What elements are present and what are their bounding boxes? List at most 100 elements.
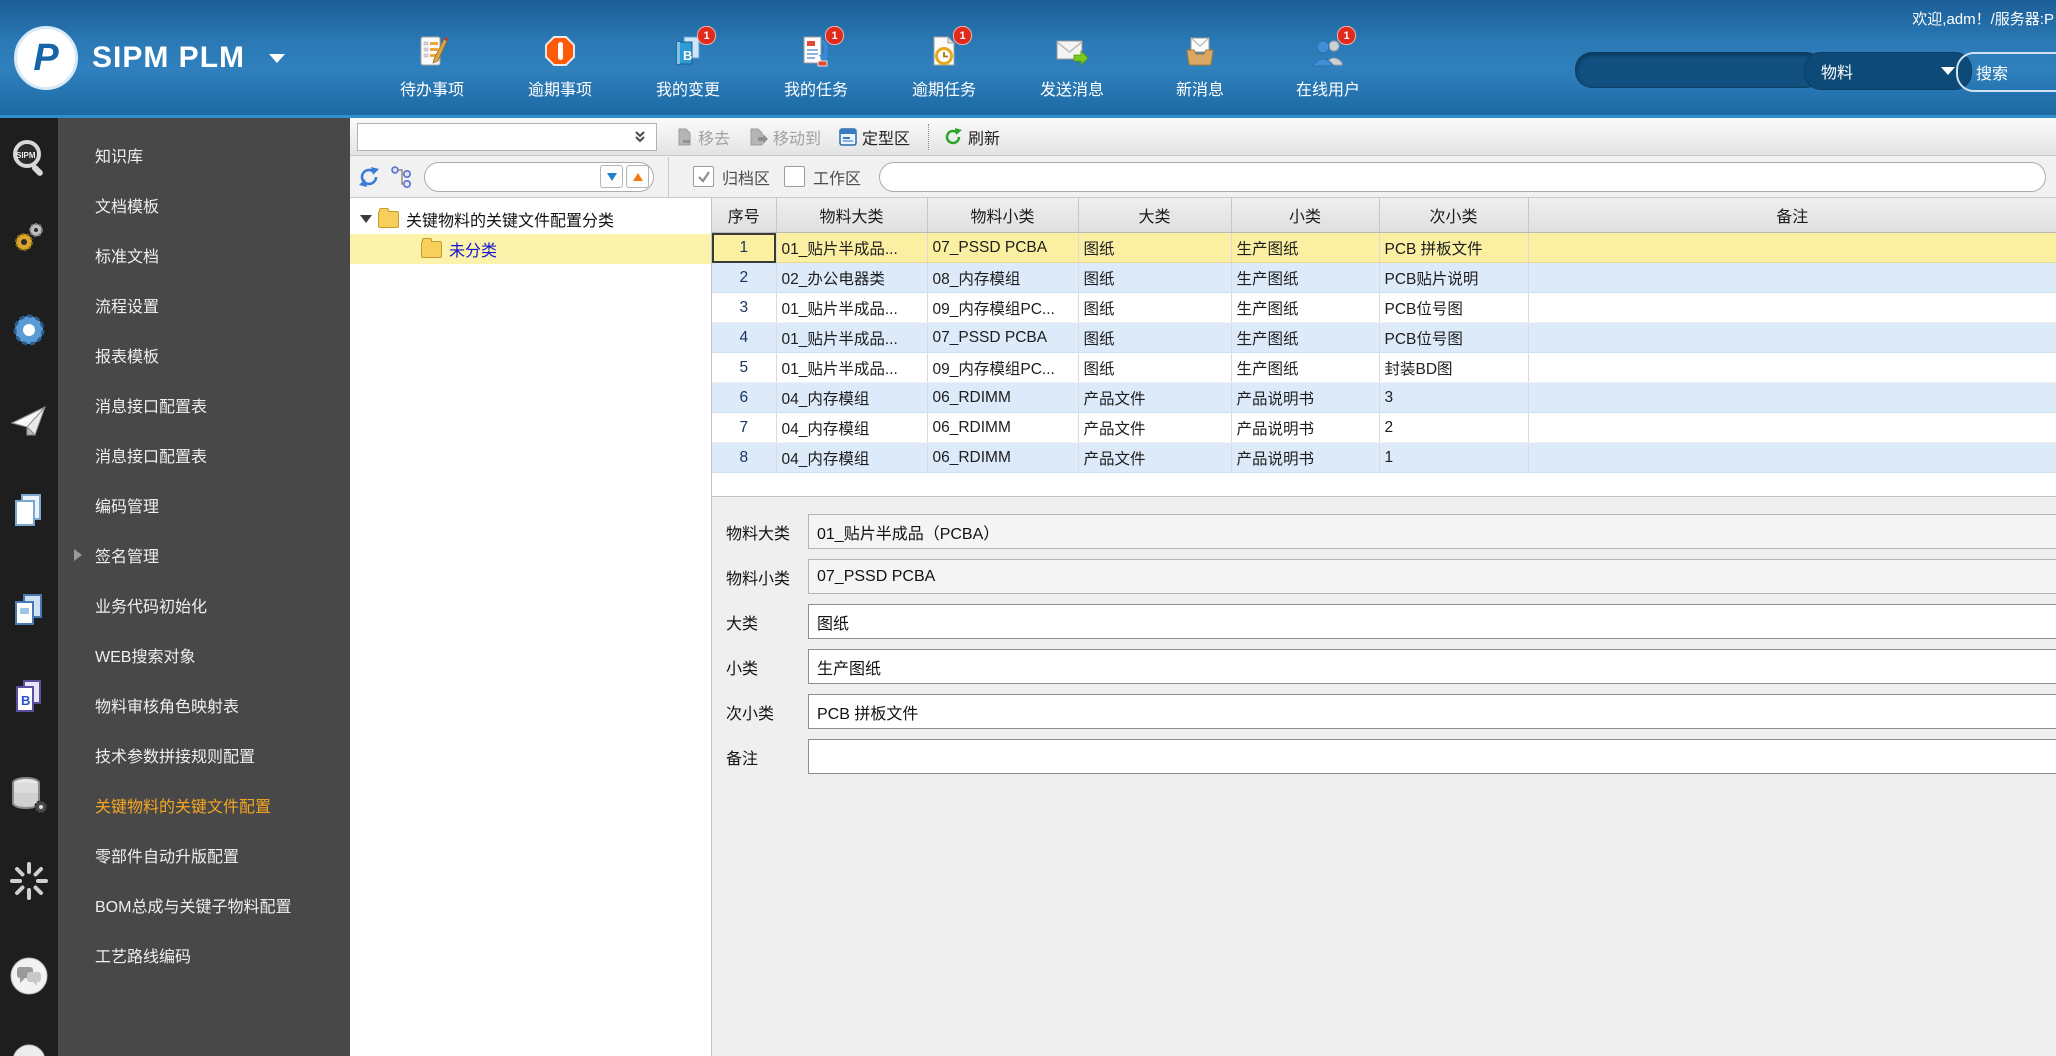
chevron-down-icon[interactable] [269, 53, 286, 63]
cell[interactable]: 产品文件 [1078, 382, 1232, 413]
spinner-icon[interactable] [8, 860, 50, 902]
sidebar-item-standard-doc[interactable]: 标准文档 [58, 230, 350, 280]
sipm-search-icon[interactable]: SIPM [8, 138, 50, 180]
brand[interactable]: P SIPM PLM [14, 26, 286, 90]
toolbar-item-overdue-tasks[interactable]: 1 逾期任务 [880, 26, 1008, 100]
sidebar-item-auto-revision-config[interactable]: 零部件自动升版配置 [58, 830, 350, 880]
cell-seq[interactable]: 1 [712, 232, 777, 263]
material-minor-field[interactable]: 07_PSSD PCBA [808, 559, 2056, 594]
cell[interactable]: 生产图纸 [1231, 232, 1380, 263]
sub-minor-field[interactable]: PCB 拼板文件 [808, 694, 2056, 729]
copy-documents-icon[interactable] [10, 491, 48, 529]
partial-bottom-icon[interactable] [8, 1043, 50, 1056]
locate-down-button[interactable] [600, 165, 623, 188]
sidebar-item-knowledge-base[interactable]: 知识库 [58, 130, 350, 180]
business-docs-icon[interactable] [10, 591, 48, 629]
cell[interactable] [1528, 352, 2056, 383]
cell[interactable]: 01_贴片半成品... [776, 292, 928, 323]
cell[interactable] [1528, 292, 2056, 323]
col-header-sub-minor[interactable]: 次小类 [1379, 198, 1529, 233]
tree-filter-combobox[interactable] [357, 122, 657, 151]
toolbar-item-my-changes[interactable]: B 1 我的变更 [624, 26, 752, 100]
cell[interactable]: 图纸 [1078, 322, 1232, 353]
cell[interactable]: 生产图纸 [1231, 322, 1380, 353]
cell[interactable]: 图纸 [1078, 232, 1232, 263]
cell[interactable]: 1 [1379, 442, 1529, 473]
sidebar-item-report-template[interactable]: 报表模板 [58, 330, 350, 380]
cell[interactable]: 图纸 [1078, 352, 1232, 383]
global-search-input[interactable] [1575, 52, 1823, 88]
cell-seq[interactable]: 8 [712, 442, 777, 473]
cell[interactable]: 生产图纸 [1231, 262, 1380, 293]
cell-seq[interactable]: 2 [712, 262, 777, 293]
table-row[interactable]: 6 04_内存模组 06_RDIMM 产品文件 产品说明书 3 [712, 382, 2056, 413]
cell[interactable]: 04_内存模组 [776, 412, 928, 443]
cell-seq[interactable]: 3 [712, 292, 777, 323]
cell[interactable]: 封装BD图 [1379, 352, 1529, 383]
cell[interactable]: PCB位号图 [1379, 322, 1529, 353]
cell-seq[interactable]: 6 [712, 382, 777, 413]
tree-node-unclassified[interactable]: 未分类 [350, 234, 711, 264]
col-header-material-minor[interactable]: 物料小类 [927, 198, 1079, 233]
cell[interactable]: 2 [1379, 412, 1529, 443]
tree-root-node[interactable]: 关键物料的关键文件配置分类 [350, 204, 711, 234]
cell[interactable]: 产品文件 [1078, 412, 1232, 443]
cell[interactable]: PCB 拼板文件 [1379, 232, 1529, 263]
search-category-select[interactable]: 物料 [1804, 52, 1972, 90]
cell[interactable]: 06_RDIMM [927, 412, 1079, 443]
sidebar-item-workflow-settings[interactable]: 流程设置 [58, 280, 350, 330]
sidebar-item-business-code-init[interactable]: 业务代码初始化 [58, 580, 350, 630]
table-row[interactable]: 8 04_内存模组 06_RDIMM 产品文件 产品说明书 1 [712, 442, 2056, 473]
cell[interactable]: 06_RDIMM [927, 442, 1079, 473]
tree-refresh-icon[interactable] [358, 166, 380, 188]
cell[interactable]: PCB贴片说明 [1379, 262, 1529, 293]
sidebar-item-message-interface-2[interactable]: 消息接口配置表 [58, 430, 350, 480]
table-row[interactable]: 5 01_贴片半成品... 09_内存模组PC... 图纸 生产图纸 封装BD图 [712, 352, 2056, 383]
archive-area-checkbox[interactable] [693, 166, 714, 187]
sidebar-item-doc-template[interactable]: 文档模板 [58, 180, 350, 230]
table-row[interactable]: 4 01_贴片半成品... 07_PSSD PCBA 图纸 生产图纸 PCB位号… [712, 322, 2056, 353]
expand-caret-icon[interactable] [74, 549, 82, 561]
major-field[interactable]: 图纸 [808, 604, 2056, 639]
sidebar-item-material-review-role-map[interactable]: 物料审核角色映射表 [58, 680, 350, 730]
cell[interactable]: 04_内存模组 [776, 382, 928, 413]
org-tree-icon[interactable] [390, 165, 414, 189]
cell[interactable] [1528, 442, 2056, 473]
cell-seq[interactable]: 5 [712, 352, 777, 383]
sidebar-item-bom-key-submaterial-config[interactable]: BOM总成与关键子物料配置 [58, 880, 350, 930]
col-header-minor[interactable]: 小类 [1231, 198, 1380, 233]
remove-button[interactable]: 移去 [675, 125, 730, 149]
blue-gear-icon[interactable] [9, 310, 49, 350]
cell[interactable]: 产品说明书 [1231, 382, 1380, 413]
cell[interactable]: 生产图纸 [1231, 352, 1380, 383]
toolbar-item-online-users[interactable]: 1 在线用户 [1264, 26, 1392, 100]
move-to-button[interactable]: 移动到 [748, 125, 821, 149]
cell[interactable]: 产品说明书 [1231, 442, 1380, 473]
toolbar-item-new-message[interactable]: 新消息 [1136, 30, 1264, 100]
sidebar-item-signature-management[interactable]: 签名管理 [58, 530, 350, 580]
cell[interactable]: 07_PSSD PCBA [927, 232, 1079, 263]
cell[interactable]: 06_RDIMM [927, 382, 1079, 413]
remark-field[interactable] [808, 739, 2056, 774]
cell[interactable]: 产品文件 [1078, 442, 1232, 473]
cell[interactable]: 生产图纸 [1231, 292, 1380, 323]
filter-input[interactable] [879, 161, 2046, 192]
finalized-area-button[interactable]: 定型区 [839, 125, 910, 149]
cell[interactable] [1528, 262, 2056, 293]
sidebar-item-tech-param-rule-config[interactable]: 技术参数拼接规则配置 [58, 730, 350, 780]
chat-icon[interactable] [8, 955, 50, 997]
cell[interactable] [1528, 232, 2056, 263]
cell[interactable]: 01_贴片半成品... [776, 322, 928, 353]
sidebar-item-code-management[interactable]: 编码管理 [58, 480, 350, 530]
sidebar-item-key-material-file-config[interactable]: 关键物料的关键文件配置 [58, 780, 350, 830]
cell[interactable]: 图纸 [1078, 262, 1232, 293]
cell[interactable] [1528, 412, 2056, 443]
cell-seq[interactable]: 7 [712, 412, 777, 443]
col-header-seq[interactable]: 序号 [712, 198, 777, 233]
table-row[interactable]: 3 01_贴片半成品... 09_内存模组PC... 图纸 生产图纸 PCB位号… [712, 292, 2056, 323]
cell[interactable]: 08_内存模组 [927, 262, 1079, 293]
toolbar-item-todo[interactable]: 待办事项 [368, 30, 496, 100]
table-row[interactable]: 7 04_内存模组 06_RDIMM 产品文件 产品说明书 2 [712, 412, 2056, 443]
tree-search-input[interactable] [424, 161, 654, 192]
cell[interactable]: 02_办公电器类 [776, 262, 928, 293]
